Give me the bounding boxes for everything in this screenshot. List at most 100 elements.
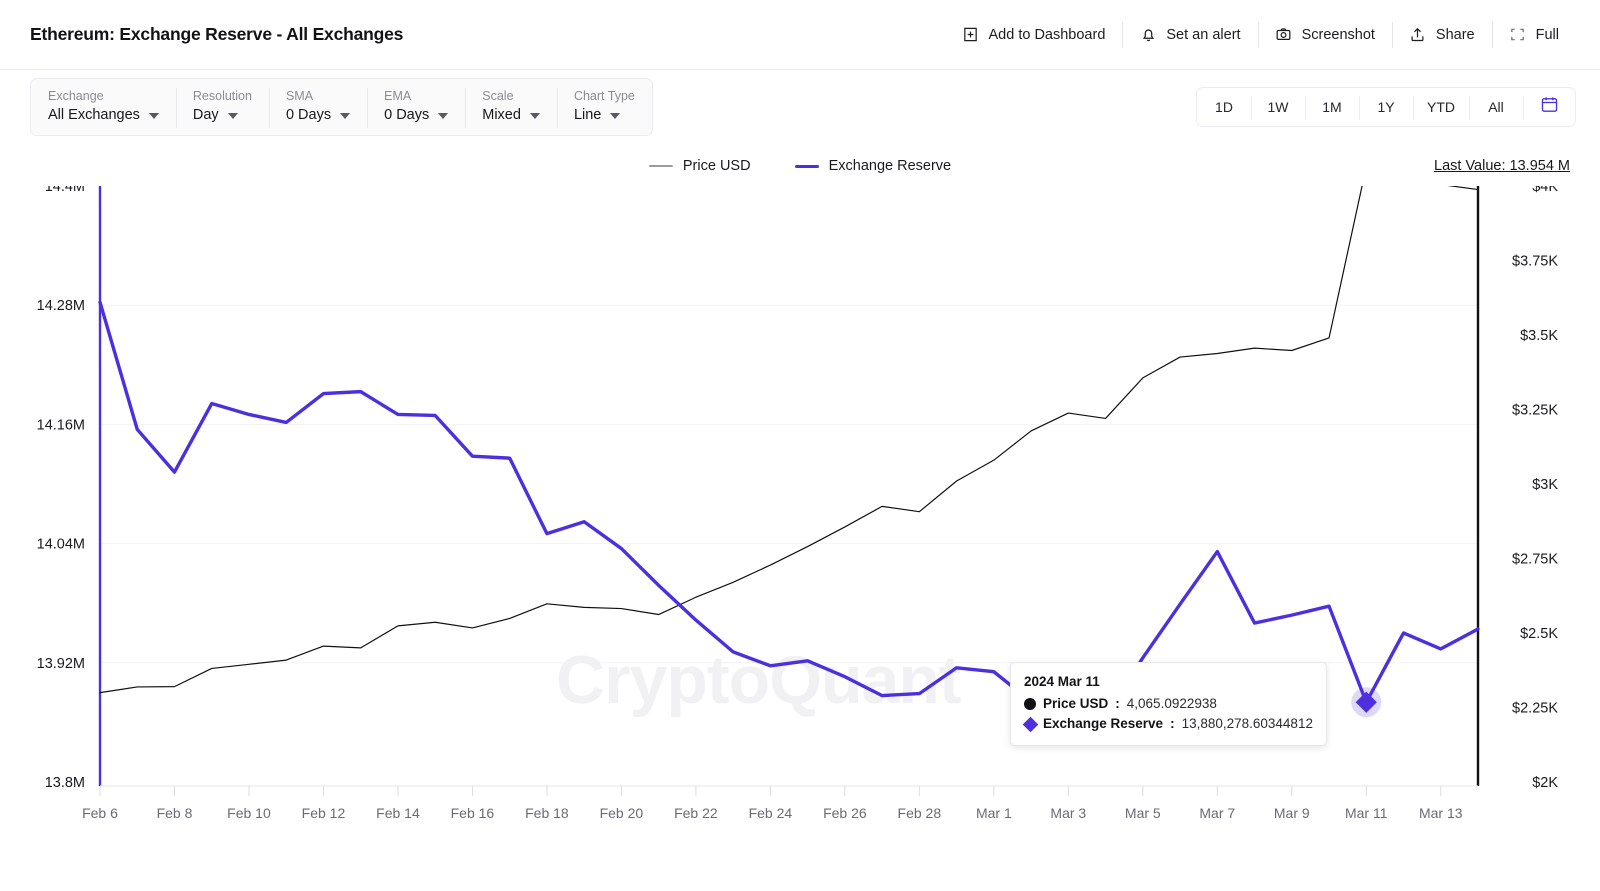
x-tick-label: Feb 8 xyxy=(157,805,193,821)
left-y-tick-label: 13.92M xyxy=(37,656,85,672)
range-button-all[interactable]: All xyxy=(1469,88,1523,126)
bell-icon xyxy=(1139,26,1157,44)
x-tick-label: Feb 10 xyxy=(227,805,271,821)
range-button-1d[interactable]: 1D xyxy=(1197,88,1251,126)
set-an-alert-label: Set an alert xyxy=(1166,26,1241,43)
filter-exchange-label: Exchange xyxy=(48,89,104,104)
circle-marker-icon xyxy=(1024,697,1036,710)
tooltip-row-exchange-reserve: Exchange Reserve: 13,880,278.60344812 xyxy=(1022,714,1313,735)
range-button-ytd[interactable]: YTD xyxy=(1413,88,1469,126)
chevron-down-icon xyxy=(529,112,540,119)
filter-scale[interactable]: Scale Mixed xyxy=(465,79,557,135)
chart-svg[interactable]: Feb 6 Feb 8 Feb 10 Feb 12 Feb 14 Feb 16 Feb 18… xyxy=(0,186,1600,891)
tooltip-key-price-usd: Price USD xyxy=(1043,695,1109,711)
filter-ema-label: EMA xyxy=(384,89,412,104)
calendar-icon xyxy=(1540,95,1559,119)
chevron-down-icon xyxy=(340,112,351,119)
right-y-tick-label: $2.5K xyxy=(1520,626,1558,642)
series-line-price-usd xyxy=(99,186,1479,694)
right-y-tick-label: $4K xyxy=(1532,186,1558,195)
time-range-selector: 1D 1W 1M 1Y YTD All xyxy=(1196,87,1576,127)
chart-container: Price USD Exchange Reserve Last Value: 1… xyxy=(0,144,1600,891)
tooltip-value-price-usd: 4,065.0922938 xyxy=(1126,695,1217,711)
chevron-down-icon xyxy=(148,112,159,119)
filter-sma[interactable]: SMA 0 Days xyxy=(268,79,367,135)
x-tick-label: Mar 3 xyxy=(1050,805,1086,821)
left-y-tick-label: 14.04M xyxy=(37,537,85,553)
x-tick-label: Mar 1 xyxy=(976,805,1012,821)
x-tick-label: Feb 26 xyxy=(823,805,867,821)
filter-sma-value: 0 Days xyxy=(285,106,332,123)
right-y-tick-label: $3.75K xyxy=(1512,254,1558,270)
chevron-down-icon xyxy=(610,112,621,119)
x-tick-label: Feb 18 xyxy=(525,805,569,821)
x-tick-label: Feb 24 xyxy=(749,805,793,821)
share-button[interactable]: Share xyxy=(1391,18,1492,52)
legend-item-price-usd[interactable]: Price USD xyxy=(648,158,751,174)
filter-resolution-value: Day xyxy=(192,106,219,123)
right-y-tick-label: $2.75K xyxy=(1512,552,1558,568)
filter-chart-type-label: Chart Type xyxy=(573,89,635,104)
x-tick-label: Feb 28 xyxy=(898,805,942,821)
set-an-alert-button[interactable]: Set an alert xyxy=(1122,18,1257,52)
x-tick-label: Mar 9 xyxy=(1274,805,1310,821)
share-label: Share xyxy=(1435,26,1475,43)
camera-icon xyxy=(1275,26,1293,44)
left-y-tick-label: 13.8M xyxy=(45,775,85,791)
left-y-tick-label: 14.4M xyxy=(45,186,85,195)
x-tick-label: Mar 7 xyxy=(1199,805,1235,821)
filter-ema-value: 0 Days xyxy=(384,106,430,123)
legend-swatch-exchange-reserve xyxy=(794,164,819,168)
range-button-1w[interactable]: 1W xyxy=(1251,88,1305,126)
chevron-down-icon xyxy=(438,112,449,119)
filter-scale-value: Mixed xyxy=(482,106,521,123)
chevron-down-icon xyxy=(227,112,238,119)
range-button-1y[interactable]: 1Y xyxy=(1359,88,1413,126)
legend-label-exchange-reserve: Exchange Reserve xyxy=(828,158,952,174)
chart-tooltip: 2024 Mar 11 Price USD: 4,065.0922938 Exc… xyxy=(1010,662,1327,746)
legend-swatch-price-usd xyxy=(648,164,673,168)
share-icon xyxy=(1409,26,1427,44)
tooltip-date: 2024 Mar 11 xyxy=(1024,674,1100,689)
left-y-tick-label: 14.16M xyxy=(37,417,85,433)
filter-resolution[interactable]: Resolution Day xyxy=(175,79,269,135)
right-y-tick-label: $3.5K xyxy=(1520,328,1558,344)
x-tick-label: Mar 5 xyxy=(1125,805,1161,821)
add-to-dashboard-label: Add to Dashboard xyxy=(988,26,1106,43)
screenshot-button[interactable]: Screenshot xyxy=(1257,18,1392,52)
filter-chart-type-value: Line xyxy=(573,106,602,123)
header-actions: Add to Dashboard Set an alert Screenshot xyxy=(945,18,1577,52)
legend-item-exchange-reserve[interactable]: Exchange Reserve xyxy=(794,158,952,174)
right-y-tick-label: $2K xyxy=(1532,775,1558,791)
range-button-1m[interactable]: 1M xyxy=(1305,88,1359,126)
filter-chart-type[interactable]: Chart Type Line xyxy=(556,79,652,135)
left-y-tick-label: 14.28M xyxy=(37,298,85,314)
date-picker-button[interactable] xyxy=(1523,88,1575,126)
x-tick-label: Feb 12 xyxy=(302,805,346,821)
screenshot-label: Screenshot xyxy=(1301,26,1375,43)
right-y-tick-label: $3.25K xyxy=(1512,403,1558,419)
series-line-exchange-reserve xyxy=(98,300,1480,718)
legend-label-price-usd: Price USD xyxy=(682,158,751,174)
right-y-tick-label: $3K xyxy=(1532,477,1558,493)
filter-resolution-label: Resolution xyxy=(192,89,252,104)
add-to-dashboard-icon xyxy=(962,26,980,44)
tooltip-value-exchange-reserve: 13,880,278.60344812 xyxy=(1181,716,1313,732)
filter-exchange-value: All Exchanges xyxy=(48,106,140,123)
filter-group: Exchange All Exchanges Resolution Day SM… xyxy=(30,78,653,136)
right-y-tick-label: $2.25K xyxy=(1512,701,1558,717)
plot-area[interactable]: Feb 6 Feb 8 Feb 10 Feb 12 Feb 14 Feb 16 Feb 18… xyxy=(0,186,1600,891)
last-value-label[interactable]: Last Value: 13.954 M xyxy=(1434,158,1570,174)
x-tick-label: Feb 14 xyxy=(376,805,420,821)
full-screen-label: Full xyxy=(1535,26,1559,43)
page-title: Ethereum: Exchange Reserve - All Exchang… xyxy=(30,24,404,44)
x-tick-label: Feb 6 xyxy=(82,805,118,821)
x-tick-label: Mar 13 xyxy=(1419,805,1463,821)
filter-ema[interactable]: EMA 0 Days xyxy=(367,79,465,135)
x-tick-label: Mar 11 xyxy=(1345,805,1388,821)
filter-exchange[interactable]: Exchange All Exchanges xyxy=(31,79,176,135)
add-to-dashboard-button[interactable]: Add to Dashboard xyxy=(945,18,1123,52)
diamond-marker-icon xyxy=(1022,716,1038,733)
full-screen-button[interactable]: Full xyxy=(1491,18,1576,52)
x-tick-label: Feb 20 xyxy=(600,805,644,821)
